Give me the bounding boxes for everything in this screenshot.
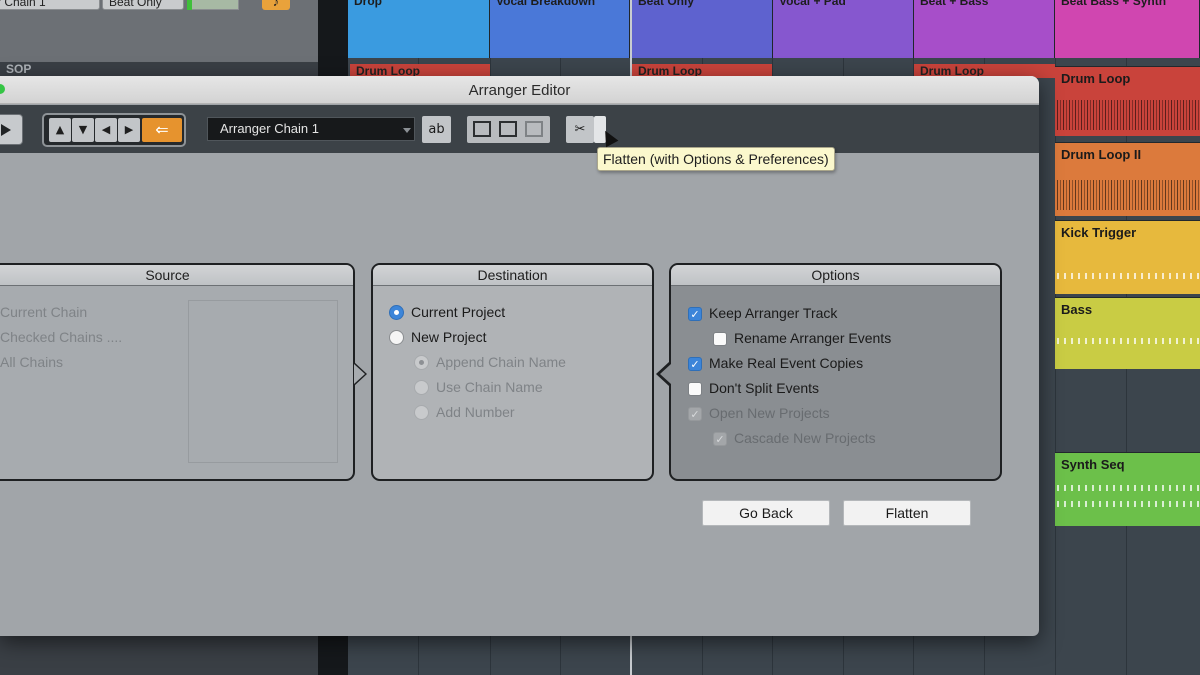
use-chain-name-label: Use Chain Name — [436, 379, 543, 395]
dont-split-events-checkbox[interactable] — [688, 382, 702, 396]
editor-toolbar: ▲ ▼ ◀ ▶ ⇐ Arranger Chain 1 ab ✂ — [0, 105, 1039, 153]
current-project-label: Current Project — [411, 304, 506, 320]
arranger-event-label: Vocal Breakdown — [496, 0, 596, 8]
move-left-icon[interactable]: ◀ — [95, 118, 117, 142]
append-chain-name-label: Append Chain Name — [436, 354, 566, 370]
track-meter — [187, 0, 239, 10]
track-header-row: r Chain 1 Beat Only ♪ — [0, 0, 318, 62]
remove-chain-icon[interactable] — [525, 121, 543, 137]
destination-panel-title: Destination — [373, 265, 652, 286]
lane-drum-loop-ii[interactable]: Drum Loop II — [1055, 142, 1200, 216]
lane-drum-loop[interactable]: Drum Loop — [1055, 66, 1200, 136]
track-meter-level — [187, 0, 192, 10]
arranger-event-beat-bass[interactable]: Beat + Bass — [914, 0, 1055, 58]
arranger-event-label: Drop — [354, 0, 382, 8]
lane-title: Kick Trigger — [1061, 225, 1137, 240]
source-all-chains: All Chains — [0, 354, 64, 370]
make-real-event-copies-checkbox[interactable]: ✓ — [688, 357, 702, 371]
track-strip-label: SOP — [0, 62, 318, 76]
new-project-radio[interactable] — [389, 330, 404, 345]
open-new-projects-label: Open New Projects — [709, 405, 830, 421]
flatten-tooltip: Flatten (with Options & Preferences) — [597, 147, 835, 171]
flatten-button[interactable]: Flatten — [843, 500, 971, 526]
chain-management-group — [467, 116, 550, 143]
destination-panel: Destination — [371, 263, 654, 481]
play-icon — [1, 124, 11, 136]
arranger-event-beat-only[interactable]: Beat Only — [632, 0, 773, 58]
rename-chain-button[interactable]: ab — [422, 116, 451, 143]
arranger-event-label: Beat Bass + Synth — [1061, 0, 1167, 8]
options-panel: Options — [669, 263, 1002, 481]
lane-title: Synth Seq — [1061, 457, 1125, 472]
window-title: Arranger Editor — [468, 82, 571, 99]
keep-arranger-track-label: Keep Arranger Track — [709, 305, 838, 321]
go-back-button[interactable]: Go Back — [702, 500, 830, 526]
activate-arranger-mode-icon[interactable]: ⇐ — [142, 118, 182, 142]
lane-title: Drum Loop II — [1061, 147, 1142, 162]
source-checked-chains: Checked Chains .... — [0, 329, 123, 345]
chevron-down-icon — [403, 128, 411, 133]
make-real-event-copies-label: Make Real Event Copies — [709, 355, 864, 371]
arranger-event-beat-bass-synth[interactable]: Beat Bass + Synth — [1055, 0, 1200, 58]
arranger-event-label: Beat Only — [638, 0, 695, 8]
add-number-label: Add Number — [436, 404, 515, 420]
lane-bass[interactable]: Bass — [1055, 297, 1200, 369]
new-project-label: New Project — [411, 329, 487, 345]
use-chain-name-radio[interactable] — [414, 380, 429, 395]
midi-notes — [1057, 485, 1200, 491]
audio-waveform — [1057, 100, 1200, 130]
arranger-chain-dropdown[interactable]: Arranger Chain 1 — [207, 117, 415, 141]
flow-arrow-fill — [354, 364, 365, 384]
lane-synth-seq[interactable]: Synth Seq — [1055, 452, 1200, 526]
keep-arranger-track-checkbox[interactable]: ✓ — [688, 307, 702, 321]
go-to-previous-icon[interactable]: ▼ — [72, 118, 94, 142]
window-titlebar[interactable]: Arranger Editor — [0, 76, 1039, 104]
arranger-event-label: Beat + Bass — [920, 0, 989, 8]
arranger-chain-selector[interactable]: r Chain 1 — [0, 0, 100, 10]
cascade-new-projects-label: Cascade New Projects — [734, 430, 876, 446]
append-chain-name-radio[interactable] — [414, 355, 429, 370]
rename-arranger-events-label: Rename Arranger Events — [734, 330, 892, 346]
add-number-radio[interactable] — [414, 405, 429, 420]
midi-notes — [1057, 501, 1200, 507]
arranger-event-selector[interactable]: Beat Only — [102, 0, 184, 10]
arranger-event-drop[interactable]: Drop — [348, 0, 490, 58]
arranger-event-vocal-breakdown[interactable]: Vocal Breakdown — [490, 0, 630, 58]
go-to-first-icon[interactable]: ▲ — [49, 118, 71, 142]
source-chain-list[interactable] — [188, 300, 338, 463]
flatten-icon: ✂ — [574, 122, 586, 137]
source-current-chain: Current Chain — [0, 304, 88, 320]
play-button[interactable] — [0, 114, 23, 145]
midi-notes — [1057, 273, 1200, 279]
flatten-chain-button[interactable]: ✂ — [566, 116, 594, 143]
open-new-projects-checkbox[interactable]: ✓ — [688, 407, 702, 421]
move-right-icon[interactable]: ▶ — [118, 118, 140, 142]
navigation-button-group: ▲ ▼ ◀ ▶ ⇐ — [42, 113, 186, 147]
cascade-new-projects-checkbox[interactable]: ✓ — [713, 432, 727, 446]
create-chain-icon[interactable] — [473, 121, 491, 137]
arranger-event-vocal-pad[interactable]: Vocal + Pad — [773, 0, 914, 58]
rename-arranger-events-checkbox[interactable] — [713, 332, 727, 346]
rename-icon: ab — [428, 122, 445, 137]
audio-waveform — [1057, 180, 1200, 210]
note-icon[interactable]: ♪ — [262, 0, 290, 10]
arranger-event-label: Vocal + Pad — [779, 0, 846, 8]
source-panel-title: Source — [0, 265, 353, 286]
lane-title: Bass — [1061, 302, 1093, 317]
midi-notes — [1057, 338, 1200, 344]
duplicate-chain-icon[interactable] — [499, 121, 517, 137]
current-project-radio[interactable] — [389, 305, 404, 320]
options-panel-title: Options — [671, 265, 1000, 286]
lane-kick-trigger[interactable]: Kick Trigger — [1055, 220, 1200, 294]
flow-arrow-fill — [660, 364, 671, 384]
dont-split-events-label: Don't Split Events — [709, 380, 820, 396]
lane-title: Drum Loop — [1061, 71, 1131, 86]
chain-dropdown-value: Arranger Chain 1 — [220, 121, 319, 136]
